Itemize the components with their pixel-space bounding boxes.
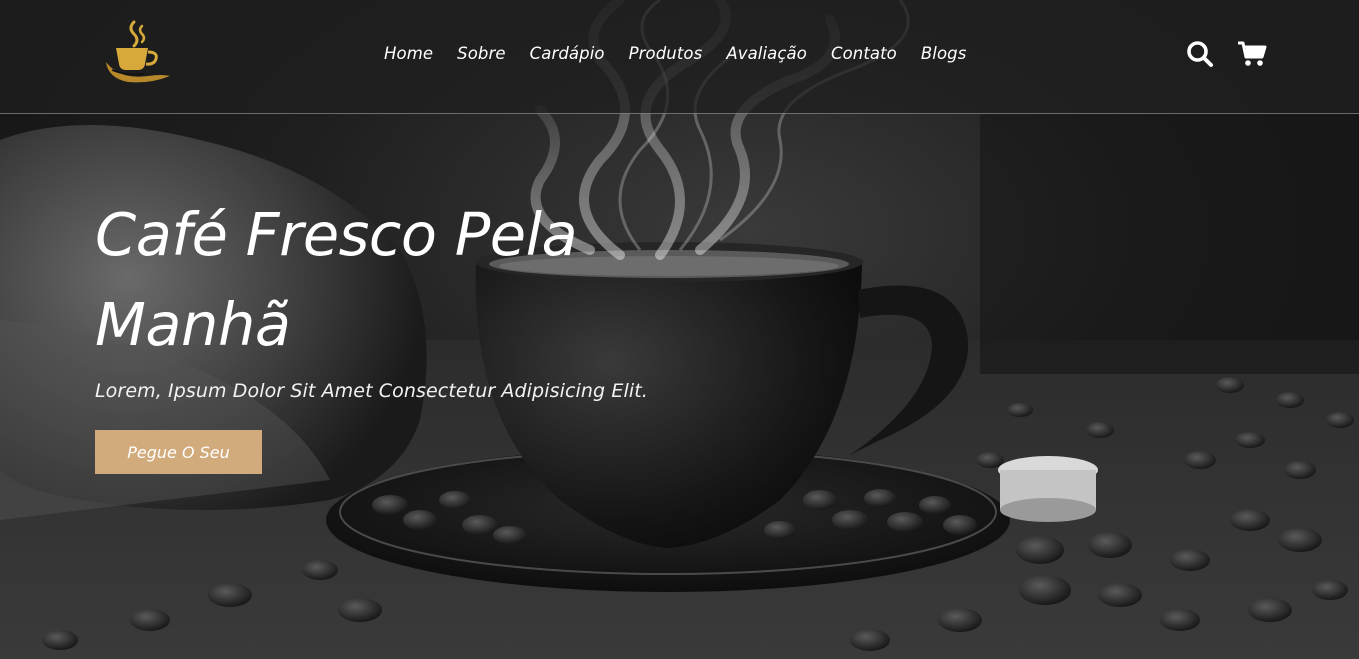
search-icon [1187, 41, 1213, 67]
nav-link-blogs[interactable]: Blogs [921, 44, 967, 63]
nav-link-contato[interactable]: Contato [831, 44, 897, 63]
nav-link-avaliacao[interactable]: Avaliação [726, 44, 807, 63]
nav-link-produtos[interactable]: Produtos [629, 44, 703, 63]
header-actions [1185, 40, 1267, 68]
get-yours-button[interactable]: Pegue O Seu [95, 430, 262, 474]
cart-icon [1238, 41, 1267, 66]
nav-link-cardapio[interactable]: Cardápio [530, 44, 605, 63]
nav-link-sobre[interactable]: Sobre [457, 44, 505, 63]
coffee-cup-logo-icon [106, 20, 170, 83]
hero-title: Café Fresco Pela Manhã [95, 190, 655, 370]
hero-title-line-2: Manhã [95, 290, 291, 359]
hero-subtitle: Lorem, Ipsum Dolor Sit Amet Consectetur … [95, 380, 648, 402]
nav-link-home[interactable]: Home [384, 44, 433, 63]
main-nav: Home Sobre Cardápio Produtos Avaliação C… [384, 44, 966, 63]
hero-title-line-1: Café Fresco Pela [95, 200, 578, 269]
logo-link[interactable] [100, 18, 176, 84]
cart-button[interactable] [1237, 40, 1267, 68]
search-button[interactable] [1185, 40, 1215, 68]
site-header: Home Sobre Cardápio Produtos Avaliação C… [0, 0, 1359, 114]
